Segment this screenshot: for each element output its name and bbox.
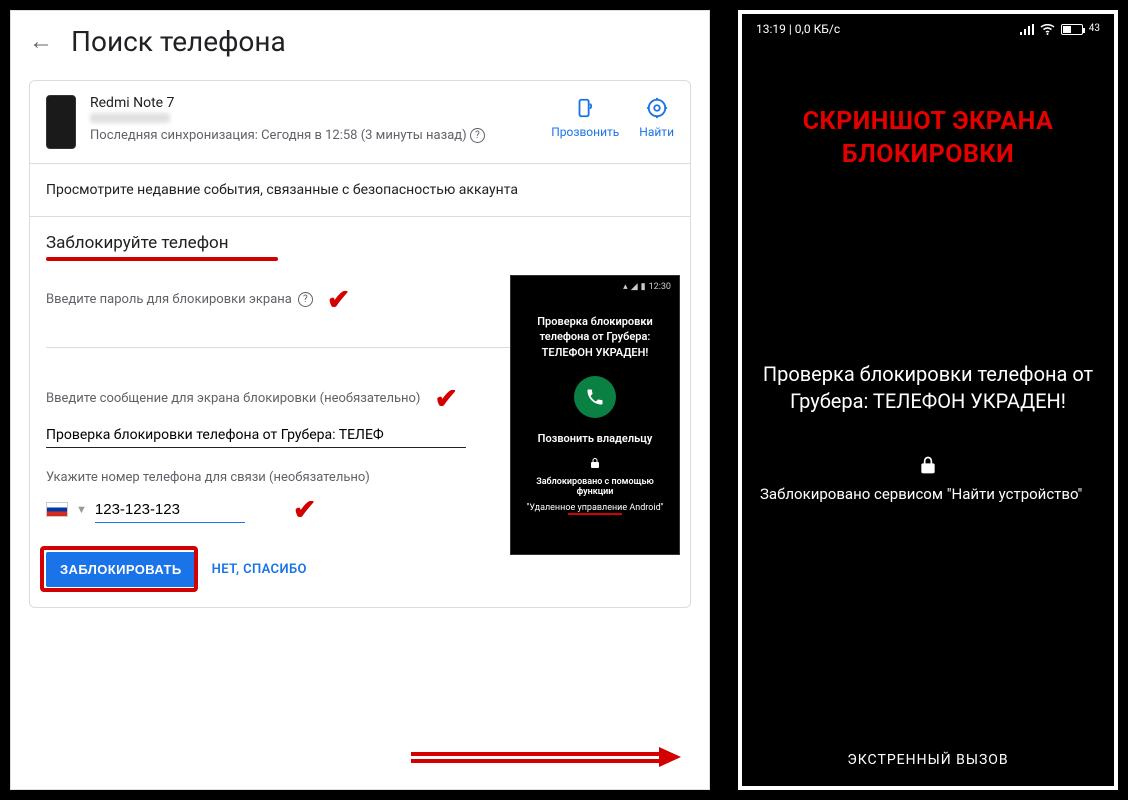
battery-level: 43: [1089, 23, 1100, 34]
battery-icon: ▮: [641, 282, 646, 292]
sync-status: Последняя синхронизация: Сегодня в 12:58…: [90, 127, 551, 145]
device-actions: Прозвонить Найти: [551, 95, 674, 139]
lock-heading: Заблокируйте телефон: [46, 233, 229, 255]
call-owner-button[interactable]: [574, 376, 616, 418]
preview-status-bar: ▴ ◢ ▮ 12:30: [519, 282, 671, 292]
check-annotation-icon: ✔: [434, 382, 457, 415]
help-icon[interactable]: ?: [470, 128, 485, 143]
back-arrow-icon[interactable]: ←: [29, 27, 53, 56]
ring-button[interactable]: Прозвонить: [551, 95, 619, 139]
check-annotation-icon: ✔: [327, 283, 350, 316]
header: ← Поиск телефона: [11, 11, 709, 72]
message-input[interactable]: Проверка блокировки телефона от Грубера:…: [46, 421, 466, 448]
security-notice[interactable]: Просмотрите недавние события, связанные …: [30, 164, 690, 217]
russia-flag-icon[interactable]: [46, 502, 68, 517]
device-row: Redmi Note 7 Последняя синхронизация: Се…: [30, 81, 690, 164]
find-button[interactable]: Найти: [639, 95, 674, 139]
overlay-caption: СКРИНШОТ ЭКРАНА БЛОКИРОВКИ: [756, 106, 1100, 171]
wifi-icon: [1040, 24, 1055, 35]
sync-text: Последняя синхронизация: Сегодня в 12:58…: [90, 128, 467, 143]
password-label-text: Введите пароль для блокировки экрана: [46, 292, 292, 307]
help-icon[interactable]: ?: [298, 292, 313, 307]
find-icon: [644, 95, 670, 121]
page-title: Поиск телефона: [71, 25, 286, 58]
arrow-annotation-icon: [411, 747, 681, 767]
call-owner-label: Позвонить владельцу: [538, 432, 653, 445]
find-label: Найти: [639, 125, 674, 139]
signal-icon: [1020, 24, 1034, 35]
signal-icon: ▴: [623, 282, 628, 292]
ring-icon: [572, 95, 598, 121]
lock-icon: [918, 455, 938, 475]
lock-icon: [589, 457, 601, 469]
redacted-account: [90, 113, 170, 123]
status-time: 13:19 | 0,0 КБ/с: [756, 22, 840, 36]
find-phone-panel: ← Поиск телефона Redmi Note 7 Последняя …: [10, 10, 710, 790]
device-info: Redmi Note 7 Последняя синхронизация: Се…: [90, 95, 551, 145]
lock-section: Заблокируйте телефон Введите пароль для …: [30, 217, 690, 607]
lockscreen-screenshot: 13:19 | 0,0 КБ/с 43 СКРИНШОТ ЭКРАНА БЛОК…: [738, 10, 1118, 790]
status-bar: 13:19 | 0,0 КБ/с 43: [756, 22, 1100, 36]
lock-button[interactable]: ЗАБЛОКИРОВАТЬ: [46, 552, 196, 587]
ring-label: Прозвонить: [551, 125, 619, 139]
phone-thumbnail-icon: [46, 95, 76, 149]
button-row: ЗАБЛОКИРОВАТЬ НЕТ, СПАСИБО: [46, 552, 674, 595]
message-label-text: Введите сообщение для экрана блокировки …: [46, 391, 420, 406]
lockscreen-preview: ▴ ◢ ▮ 12:30 Проверка блокировки телефона…: [510, 275, 680, 555]
battery-icon: [1061, 24, 1083, 35]
device-name: Redmi Note 7: [90, 95, 551, 111]
preview-footer-2: "Удаленное управление Android": [526, 503, 663, 513]
red-underline-annotation: [46, 257, 278, 261]
wifi-icon: ◢: [631, 282, 638, 292]
emergency-call-button[interactable]: ЭКСТРЕННЫЙ ВЫЗОВ: [847, 752, 1008, 768]
preview-message: Проверка блокировки телефона от Грубера:…: [519, 314, 671, 360]
preview-time: 12:30: [649, 282, 671, 292]
no-thanks-button[interactable]: НЕТ, СПАСИБО: [212, 562, 307, 577]
phone-input[interactable]: [95, 497, 245, 523]
lock-heading-wrap: Заблокируйте телефон: [46, 233, 674, 261]
lockscreen-subtext: Заблокировано сервисом "Найти устройство…: [756, 485, 1100, 503]
status-icons: 43: [1020, 22, 1100, 36]
lockscreen-message: Проверка блокировки телефона от Грубера:…: [756, 361, 1100, 415]
country-dropdown-icon[interactable]: ▼: [76, 503, 87, 516]
preview-footer-1: Заблокировано с помощью функции: [519, 477, 671, 497]
content-card: Redmi Note 7 Последняя синхронизация: Се…: [29, 80, 691, 608]
check-annotation-icon: ✔: [293, 493, 316, 526]
